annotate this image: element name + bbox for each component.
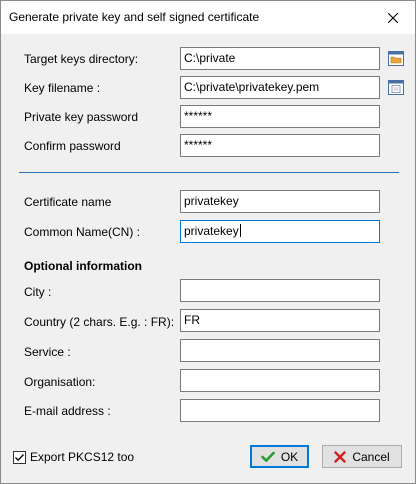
ok-label: OK bbox=[280, 449, 299, 464]
section-separator bbox=[19, 172, 399, 173]
cancel-label: Cancel bbox=[352, 449, 390, 464]
close-icon bbox=[388, 12, 398, 23]
target-dir-label: Target keys directory: bbox=[24, 52, 139, 66]
browse-folder-button[interactable] bbox=[387, 49, 405, 67]
common-name-label: Common Name(CN) : bbox=[24, 225, 141, 239]
key-password-label: Private key password bbox=[24, 110, 139, 124]
country-input[interactable]: FR bbox=[180, 309, 380, 332]
target-dir-input[interactable]: C:\private bbox=[180, 47, 380, 70]
ok-button[interactable]: OK bbox=[250, 445, 309, 468]
city-label: City : bbox=[24, 285, 52, 299]
cancel-button[interactable]: Cancel bbox=[322, 445, 402, 468]
close-button[interactable] bbox=[371, 1, 415, 34]
service-input[interactable] bbox=[180, 339, 380, 362]
checkmark-icon bbox=[15, 453, 24, 461]
key-filename-input[interactable]: C:\private\privatekey.pem bbox=[180, 76, 380, 99]
text-caret bbox=[239, 224, 241, 237]
check-icon bbox=[261, 451, 275, 463]
cert-name-input[interactable]: privatekey bbox=[180, 190, 380, 213]
city-input[interactable] bbox=[180, 279, 380, 302]
common-name-input[interactable]: privatekey bbox=[180, 220, 380, 243]
service-label: Service : bbox=[24, 345, 71, 359]
folder-icon bbox=[388, 50, 404, 66]
cancel-x-icon bbox=[334, 450, 347, 463]
dialog-window: Generate private key and self signed cer… bbox=[0, 0, 416, 484]
window-title: Generate private key and self signed cer… bbox=[9, 10, 260, 24]
title-bar: Generate private key and self signed cer… bbox=[1, 1, 415, 34]
confirm-password-label: Confirm password bbox=[24, 139, 121, 153]
checkbox-box[interactable] bbox=[13, 450, 26, 464]
confirm-password-input[interactable]: ****** bbox=[180, 134, 380, 157]
organisation-input[interactable] bbox=[180, 369, 380, 392]
email-input[interactable] bbox=[180, 399, 380, 422]
organisation-label: Organisation: bbox=[24, 375, 96, 389]
cert-name-label: Certificate name bbox=[24, 195, 112, 209]
file-icon bbox=[388, 79, 404, 95]
key-password-input[interactable]: ****** bbox=[180, 105, 380, 128]
common-name-value: privatekey bbox=[184, 224, 239, 238]
export-pkcs12-label: Export PKCS12 too bbox=[30, 450, 135, 464]
optional-info-heading: Optional information bbox=[24, 259, 142, 273]
browse-file-button[interactable] bbox=[387, 78, 405, 96]
email-label: E-mail address : bbox=[24, 404, 111, 418]
key-filename-label: Key filename : bbox=[24, 81, 101, 95]
export-pkcs12-checkbox[interactable]: Export PKCS12 too bbox=[13, 450, 134, 464]
country-label: Country (2 chars. E.g. : FR): bbox=[24, 315, 175, 329]
